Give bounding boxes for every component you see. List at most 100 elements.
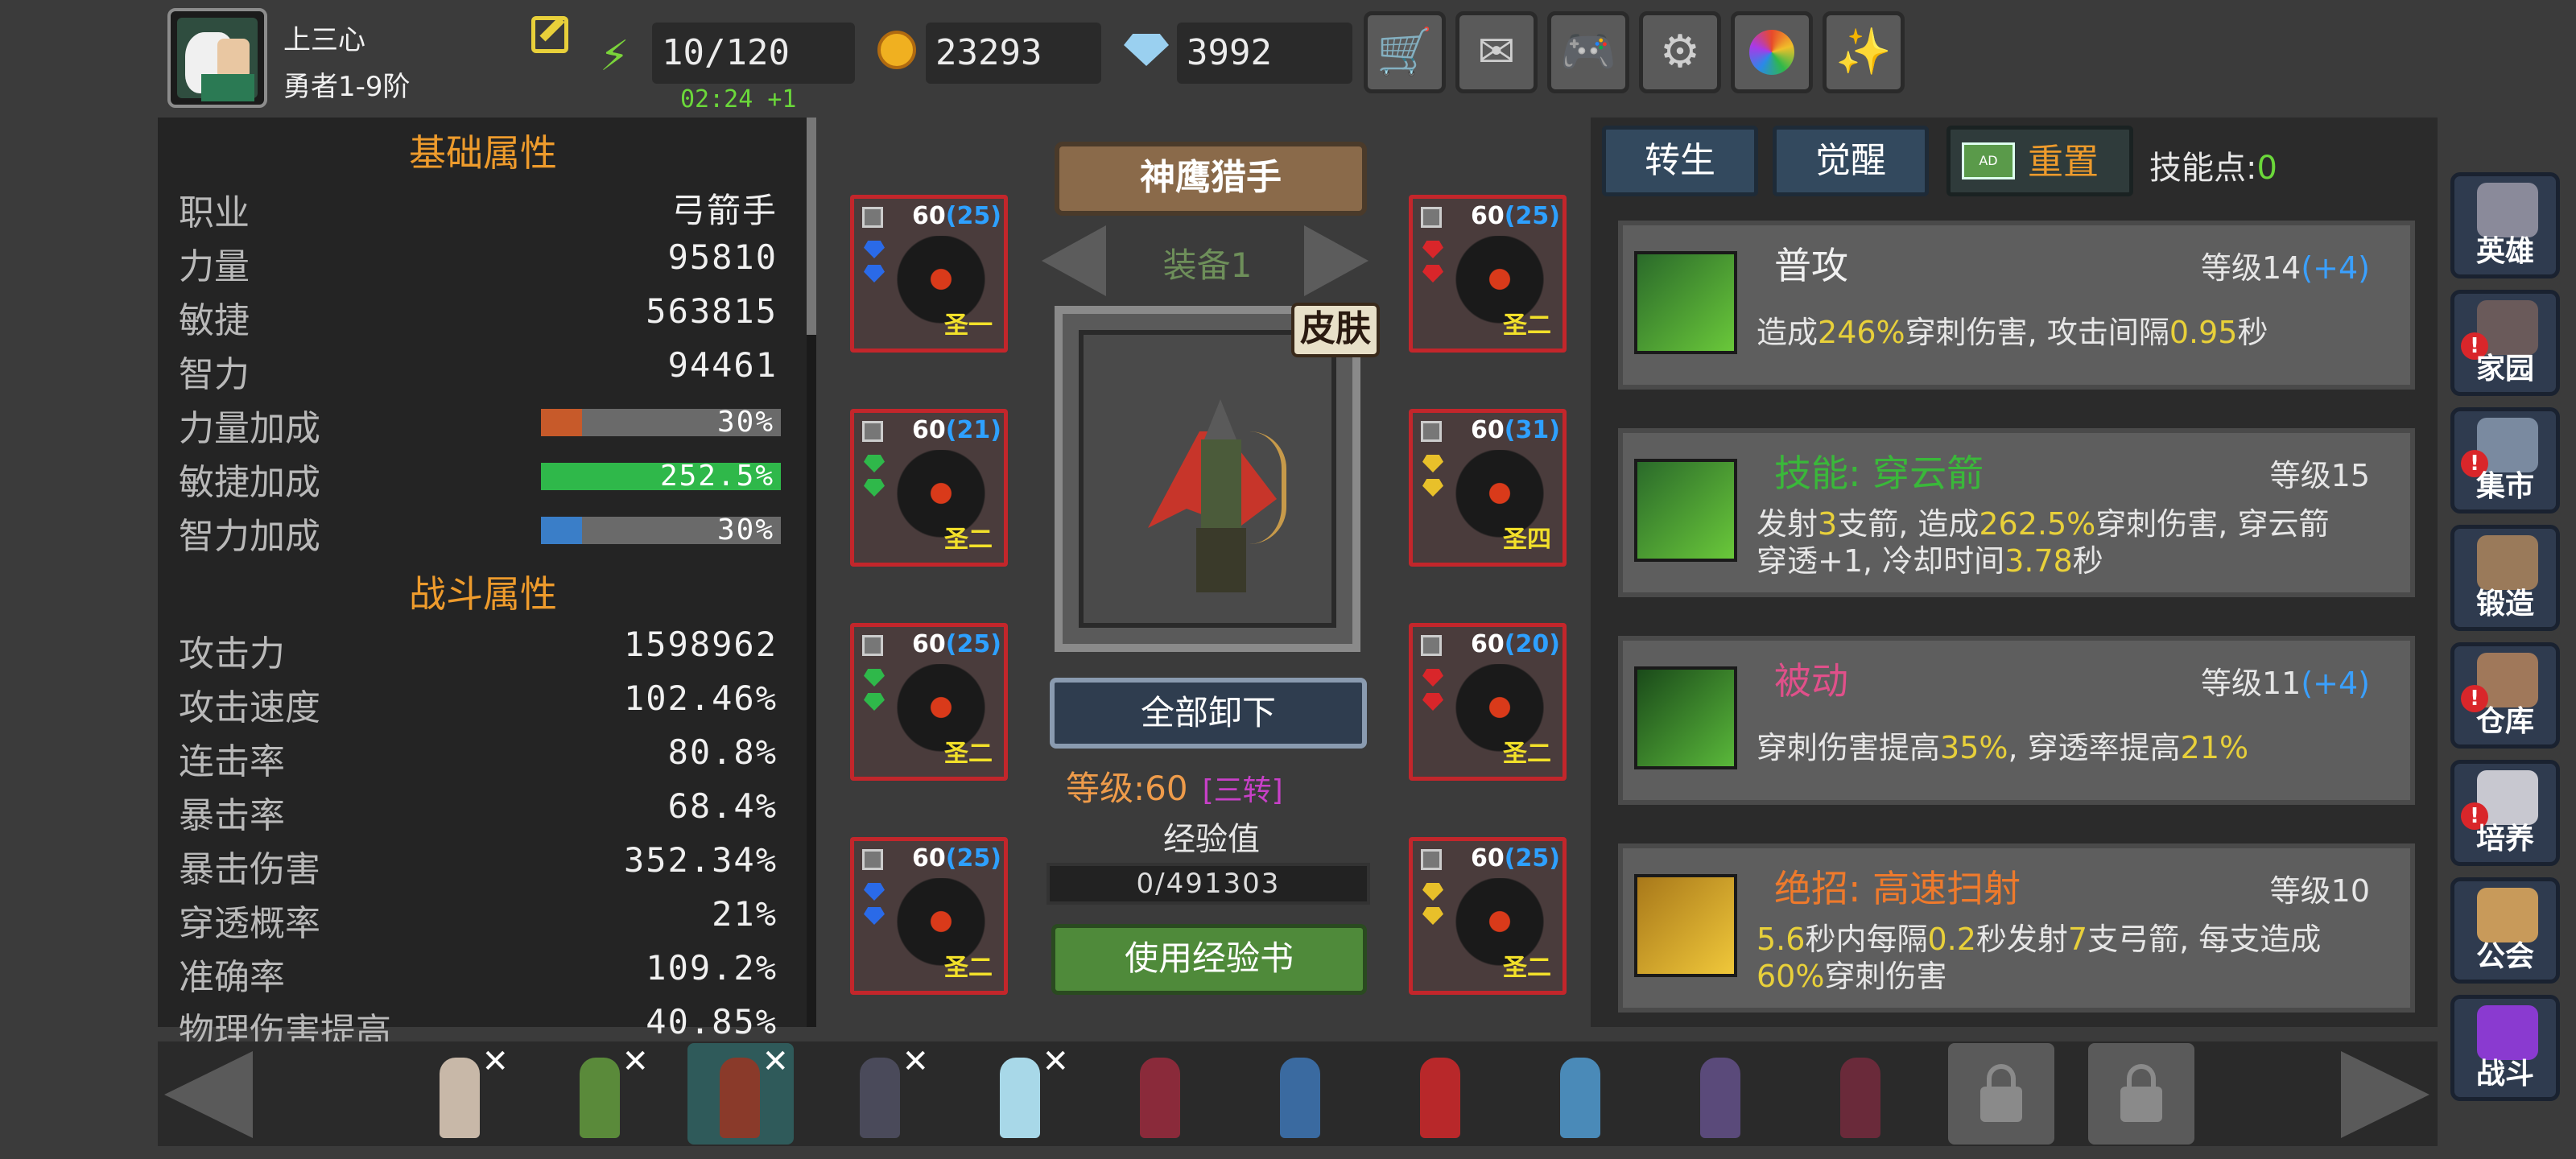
stats-scrollbar[interactable] (807, 118, 816, 1027)
reset-skills-button[interactable]: AD 重置 (1946, 126, 2133, 196)
combat-stat-label: 攻击力 (179, 633, 285, 674)
energy-icon: ⚡ (600, 32, 630, 80)
lock-icon[interactable] (862, 207, 883, 228)
sidebar-castle-button[interactable]: ! 家园 (2450, 290, 2560, 396)
roster-hero-7[interactable] (1248, 1043, 1354, 1145)
basic-stat-value: 94461 (667, 345, 778, 385)
sidebar-anvil-button[interactable]: 锻造 (2450, 525, 2560, 631)
roster-hero-3[interactable]: ✕ (687, 1043, 794, 1145)
equip-level-value: 60 (1471, 844, 1505, 872)
equip-slot-left[interactable]: 60(25) 圣一 (850, 195, 1008, 353)
shop-cart-button[interactable]: 🛒 (1364, 11, 1446, 93)
skill-card[interactable]: 绝招: 高速扫射 等级10 5.6秒内每隔0.2秒发射7支弓箭, 每支造成 60%穿刺… (1618, 843, 2415, 1013)
roster-hero-11[interactable] (1808, 1043, 1914, 1145)
unequip-all-button[interactable]: 全部卸下 (1050, 678, 1367, 749)
bonus-bar-fill (541, 517, 582, 544)
sidebar-portal-button[interactable]: 战斗 (2450, 995, 2560, 1101)
close-icon[interactable]: ✕ (902, 1043, 929, 1080)
roster-hero-10[interactable] (1668, 1043, 1774, 1145)
hero-portrait (1055, 306, 1360, 652)
equip-level-value: 60 (1471, 416, 1505, 444)
lock-icon[interactable] (1421, 421, 1442, 442)
roster-hero-2[interactable]: ✕ (547, 1043, 654, 1145)
gear-icon: ⚙ (1659, 26, 1701, 78)
close-icon[interactable]: ✕ (481, 1043, 509, 1080)
roster-hero-8[interactable] (1388, 1043, 1494, 1145)
sidebar-lion-button[interactable]: 公会 (2450, 877, 2560, 984)
combat-stat-label: 连击率 (179, 741, 285, 782)
sidebar-helmet-button[interactable]: 英雄 (2450, 172, 2560, 278)
hero-sprite (1280, 1058, 1320, 1138)
combat-stat-value: 68.4% (667, 786, 778, 826)
gamepad-button[interactable]: 🎮 (1547, 11, 1629, 93)
skill-desc-part: 秒 (2072, 543, 2103, 579)
equip-slot-right[interactable]: 60(25) 圣二 (1409, 837, 1567, 995)
basic-stat-value: 弓箭手 (671, 191, 778, 230)
basic-stat-label: 职业 (179, 192, 250, 233)
roster-hero-12[interactable] (1948, 1043, 2054, 1145)
roster-hero-1[interactable]: ✕ (407, 1043, 514, 1145)
lock-icon[interactable] (1421, 849, 1442, 870)
fireworks-button[interactable]: ✨ (1823, 11, 1905, 93)
roster-prev-arrow[interactable] (164, 1051, 253, 1138)
awaken-tab[interactable]: 觉醒 (1773, 126, 1929, 196)
equip-enhance: (20) (1504, 630, 1560, 658)
skill-desc-part: 21% (2180, 730, 2249, 765)
lock-icon[interactable] (1421, 207, 1442, 228)
hero-sprite (1000, 1058, 1040, 1138)
equip-slot-left[interactable]: 60(21) 圣二 (850, 409, 1008, 567)
equip-slot-left[interactable]: 60(25) 圣二 (850, 623, 1008, 781)
skill-desc-part: 秒内每隔 (1805, 922, 1928, 957)
sidebar-shop-button[interactable]: ! 集市 (2450, 407, 2560, 514)
lock-icon[interactable] (862, 849, 883, 870)
sidebar-trophy-button[interactable]: ! 培养 (2450, 760, 2560, 866)
gem-add-icon[interactable] (1124, 34, 1169, 66)
equip-slot-right[interactable]: 60(31) 圣四 (1409, 409, 1567, 567)
roster-hero-6[interactable] (1108, 1043, 1214, 1145)
equip-grade: 圣一 (944, 311, 993, 340)
lock-icon[interactable] (1421, 635, 1442, 656)
roster-hero-5[interactable]: ✕ (968, 1043, 1074, 1145)
combat-stat-value: 40.85% (646, 1002, 778, 1041)
bonus-bar-value: 30% (716, 514, 774, 547)
lock-icon[interactable] (862, 635, 883, 656)
rebirth-tab[interactable]: 转生 (1602, 126, 1758, 196)
roster-hero-9[interactable] (1528, 1043, 1634, 1145)
skill-card[interactable]: 技能: 穿云箭 等级15 发射3支箭, 造成262.5%穿刺伤害, 穿云箭 穿透+1,… (1618, 428, 2415, 597)
equip-slot-left[interactable]: 60(25) 圣二 (850, 837, 1008, 995)
coin-add-icon[interactable] (877, 31, 916, 69)
skin-button[interactable]: 皮肤 (1291, 303, 1380, 357)
equip-level: 60(31) (1471, 416, 1560, 444)
aperture-button[interactable] (1731, 11, 1813, 93)
use-exp-book-button[interactable]: 使用经验书 (1051, 924, 1367, 995)
arrows-icon (1634, 666, 1737, 769)
sidebar-label: 战斗 (2475, 1058, 2534, 1091)
prev-equip-set-arrow[interactable] (1042, 225, 1106, 296)
close-icon[interactable]: ✕ (621, 1043, 649, 1080)
skill-card[interactable]: 被动 等级11(+4) 穿刺伤害提高35%, 穿透率提高21% (1618, 636, 2415, 805)
arrow-volley-icon (1634, 874, 1737, 977)
equip-grade: 圣二 (1503, 740, 1551, 768)
energy-timer: 02:24 +1 (680, 85, 797, 113)
mail-button[interactable]: ✉ (1455, 11, 1538, 93)
close-icon[interactable]: ✕ (1042, 1043, 1069, 1080)
hero-sprite (1420, 1058, 1460, 1138)
skill-desc-part: 5.6 (1757, 922, 1806, 957)
equip-slot-right[interactable]: 60(20) 圣二 (1409, 623, 1567, 781)
equip-grade: 圣二 (944, 526, 993, 554)
settings-button[interactable]: ⚙ (1639, 11, 1721, 93)
roster-hero-4[interactable]: ✕ (828, 1043, 934, 1145)
bonus-bar-value: 252.5% (659, 460, 774, 493)
edit-name-icon[interactable] (531, 16, 568, 53)
sidebar-chest-button[interactable]: ! 仓库 (2450, 642, 2560, 749)
lock-icon[interactable] (862, 421, 883, 442)
close-icon[interactable]: ✕ (762, 1043, 789, 1080)
roster-next-arrow[interactable] (2341, 1051, 2429, 1138)
skill-desc-part: 60% (1757, 959, 1825, 994)
next-equip-set-arrow[interactable] (1304, 225, 1368, 296)
skill-card[interactable]: 普攻 等级14(+4) 造成246%穿刺伤害, 攻击间隔0.95秒 (1618, 221, 2415, 390)
player-avatar[interactable] (167, 8, 267, 108)
equip-slot-right[interactable]: 60(25) 圣二 (1409, 195, 1567, 353)
roster-hero-13[interactable] (2088, 1043, 2194, 1145)
lock-body (2120, 1087, 2162, 1122)
